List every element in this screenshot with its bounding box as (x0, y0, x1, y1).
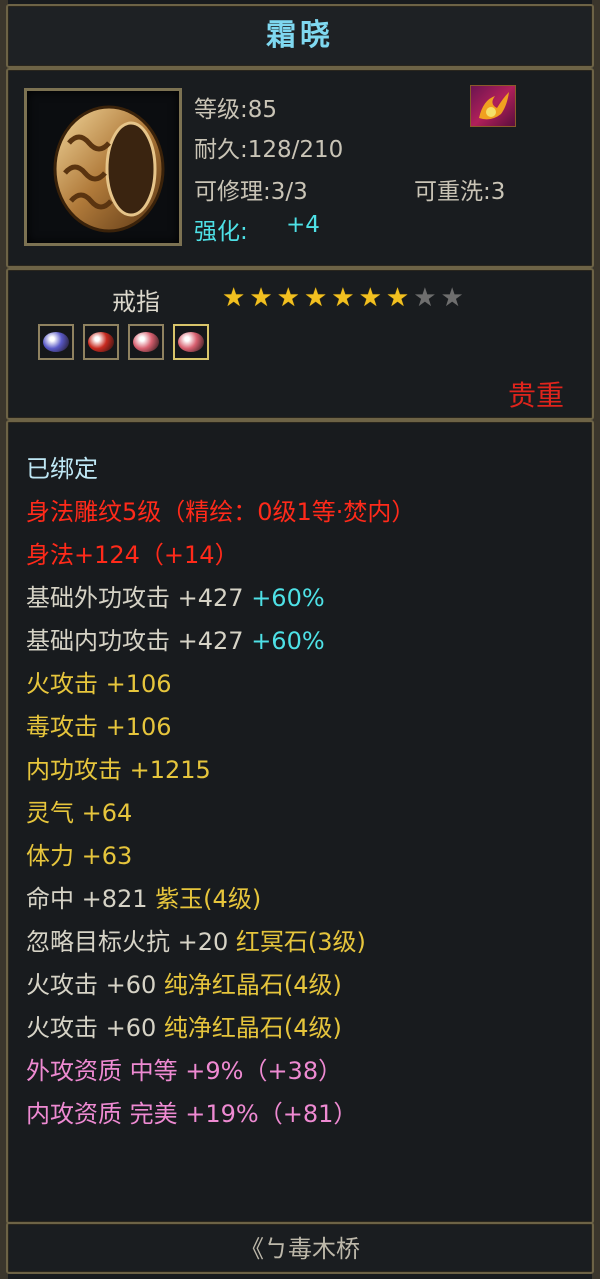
attribute-segment: +60% (251, 627, 325, 655)
level-stat: 等级:85 (194, 97, 278, 123)
item-type-label: 戒指 (112, 288, 160, 316)
attribute-segment: 外攻资质 中等 +9%（+38） (26, 1057, 343, 1085)
attribute-segment: 紫玉(4级) (155, 885, 262, 913)
attribute-segment: 体力 +63 (26, 842, 133, 870)
attribute-segment: 纯净红晶石(4级) (163, 1014, 342, 1042)
star-filled-icon: ★ (222, 283, 246, 313)
attribute-segment: 身法雕纹5级（精绘：0级1等·焚内） (26, 498, 416, 526)
attribute-line: 内攻资质 完美 +19%（+81） (26, 1095, 415, 1138)
attribute-line: 火攻击 +60 纯净红晶石(4级) (26, 1009, 415, 1052)
star-filled-icon: ★ (358, 283, 382, 313)
attribute-line: 身法雕纹5级（精绘：0级1等·焚内） (26, 493, 415, 536)
star-empty-icon: ★ (440, 283, 464, 313)
attribute-segment: 基础外功攻击 +427 (26, 584, 252, 612)
star-filled-icon: ★ (249, 283, 273, 313)
attribute-line: 外攻资质 中等 +9%（+38） (26, 1052, 415, 1095)
durability-stat: 耐久:128/210 (194, 137, 344, 163)
rarity-label: 贵重 (507, 379, 564, 412)
enhance-value: +4 (286, 212, 320, 238)
blue-gem-icon (43, 332, 69, 352)
star-filled-icon: ★ (303, 283, 328, 313)
repair-stat: 可修理:3/3 (194, 179, 308, 205)
attribute-line: 火攻击 +60 纯净红晶石(4级) (26, 966, 415, 1009)
attribute-segment: 火攻击 +60 (26, 1014, 164, 1042)
owner-name: 《ㄅ毒木桥 (240, 1235, 360, 1263)
rewash-stat: 可重洗:3 (414, 179, 506, 205)
attribute-line: 已绑定 (26, 450, 415, 493)
attribute-list: 已绑定身法雕纹5级（精绘：0级1等·焚内） 身法+124（+14） 基础外功攻击 +… (26, 450, 415, 1138)
star-filled-icon: ★ (385, 283, 410, 313)
attribute-line: 毒攻击 +106 (26, 708, 415, 751)
star-rating: ★ ★ ★ ★ ★ ★ ★ ★ ★ (222, 284, 464, 312)
star-filled-icon: ★ (276, 283, 300, 313)
attribute-segment: 火攻击 +106 (26, 670, 172, 698)
gem-socket[interactable] (83, 324, 119, 360)
attribute-segment: 内功攻击 +1215 (26, 756, 211, 784)
attribute-line: 基础内功攻击 +427 +60% (26, 622, 415, 665)
attribute-segment: 已绑定 (26, 455, 98, 483)
attribute-line: 忽略目标火抗 +20 红冥石(3级) (26, 923, 415, 966)
attribute-line: 命中 +821 紫玉(4级) (26, 880, 415, 923)
gem-socket[interactable] (38, 324, 74, 360)
enhance-label: 强化: (194, 219, 248, 245)
attribute-segment: 红冥石(3级) (235, 928, 366, 956)
attribute-segment: 基础内功攻击 +427 (26, 627, 252, 655)
attribute-segment: 毒攻击 +106 (26, 713, 172, 741)
socket-gems (38, 324, 209, 360)
gem-socket[interactable] (173, 324, 209, 360)
attribute-segment: 命中 +821 (26, 885, 156, 913)
attribute-segment: 纯净红晶石(4级) (163, 971, 342, 999)
item-title: 霜晓 (266, 18, 334, 53)
star-filled-icon: ★ (331, 283, 355, 313)
attribute-line: 火攻击 +106 (26, 665, 415, 708)
attribute-segment: 内攻资质 完美 +19%（+81） (26, 1100, 358, 1128)
fire-emblem-icon (470, 85, 516, 127)
title-bar: 霜晓 (6, 4, 594, 68)
red-gem-icon (88, 332, 114, 352)
attribute-segment: 灵气 +64 (26, 799, 133, 827)
attribute-segment: 火攻击 +60 (26, 971, 164, 999)
gem-socket[interactable] (128, 324, 164, 360)
attribute-line: 体力 +63 (26, 837, 415, 880)
pink-gem-icon (178, 332, 204, 352)
attribute-line: 身法+124（+14） (26, 536, 415, 579)
star-empty-icon: ★ (413, 283, 437, 313)
attribute-segment: 忽略目标火抗 +20 (26, 928, 236, 956)
ring-icon (24, 88, 182, 246)
attribute-line: 基础外功攻击 +427 +60% (26, 579, 415, 622)
attribute-line: 内功攻击 +1215 (26, 751, 415, 794)
attribute-segment: 身法+124（+14） (26, 541, 239, 569)
pink-gem-icon (133, 332, 159, 352)
attribute-segment: +60% (251, 584, 325, 612)
attribute-line: 灵气 +64 (26, 794, 415, 837)
